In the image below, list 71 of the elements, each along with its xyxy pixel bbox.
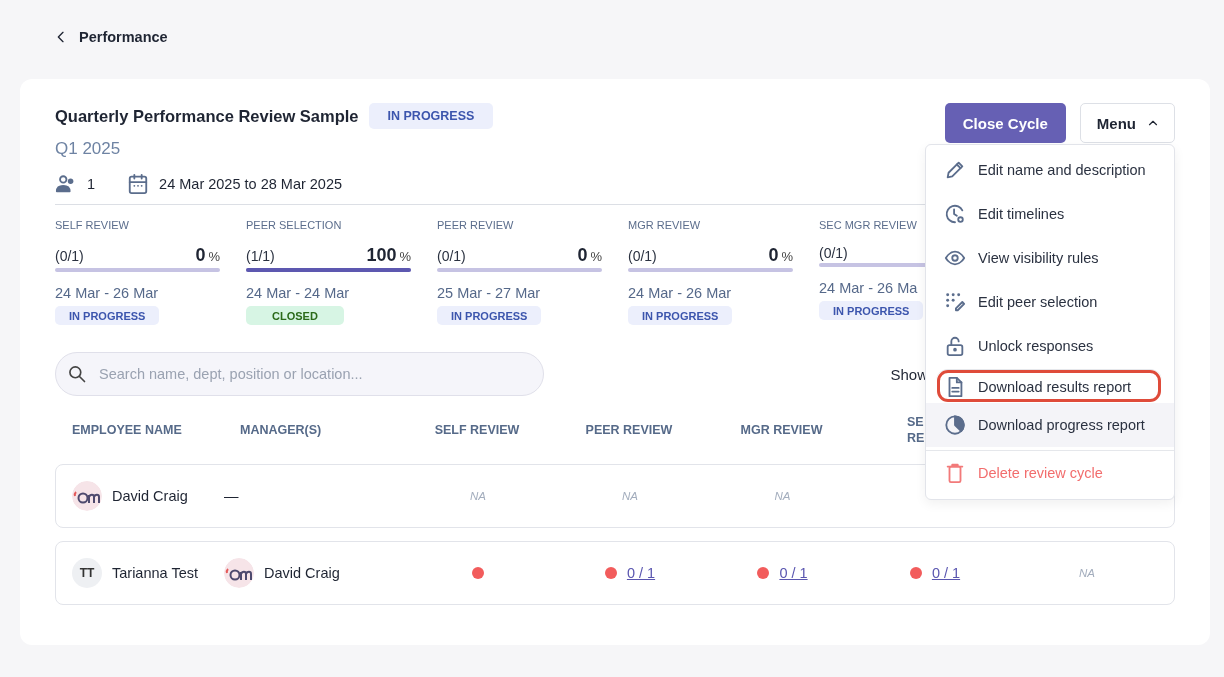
initials-avatar: TT <box>72 558 102 588</box>
menu-item[interactable]: Edit name and description <box>926 148 1174 192</box>
column-header: SE RE <box>907 413 926 447</box>
search-field[interactable]: Search name, dept, position or location... <box>55 352 544 396</box>
stage-status-badge: IN PROGRESS <box>437 306 542 325</box>
participant-count: 1 <box>87 176 96 192</box>
person-name: David Craig <box>264 565 340 581</box>
stage-dates: 24 Mar - 24 Mar <box>246 285 351 301</box>
stage-percent: 100 <box>366 245 397 266</box>
stage-status-badge: IN PROGRESS <box>55 306 160 325</box>
menu-item[interactable]: Unlock responses <box>926 324 1174 368</box>
stage-status-badge: CLOSED <box>246 306 344 325</box>
menu-item[interactable]: Edit timelines <box>926 192 1174 236</box>
menu-item[interactable]: Download results report <box>936 369 1162 403</box>
stage-dates: 24 Mar - 26 Mar <box>55 285 160 301</box>
na-text: NA <box>774 490 791 502</box>
stage-dates: 24 Mar - 26 Ma <box>819 280 919 296</box>
stage-dates: 25 Mar - 27 Mar <box>437 285 542 301</box>
person-name: David Craig <box>112 488 188 504</box>
progress-link[interactable]: 0 / 1 <box>626 565 656 581</box>
stage-count: (0/1) <box>55 248 84 264</box>
stage-count: (0/1) <box>628 248 657 264</box>
stage-name: SELF REVIEW <box>55 219 130 231</box>
cycle-dates: 24 Mar 2025 to 28 Mar 2025 <box>159 176 343 192</box>
avatar-icon <box>72 481 102 511</box>
stage-percent: 0 <box>195 245 206 266</box>
stage-count: (1/1) <box>246 248 275 264</box>
menu-button[interactable]: Menu <box>1079 103 1175 143</box>
menu-item[interactable]: Download progress report <box>926 403 1174 447</box>
pie-chart-icon <box>944 414 966 436</box>
cycle-period: Q1 2025 <box>55 139 122 159</box>
cycle-title: Quarterly Performance Review Sample <box>55 106 359 126</box>
column-header: SELF REVIEW <box>433 423 521 437</box>
na-text: NA <box>1079 567 1095 579</box>
percent-unit: % <box>781 249 793 264</box>
percent-unit: % <box>399 249 411 264</box>
stage-dates: 24 Mar - 26 Mar <box>628 285 733 301</box>
stage-name: SEC MGR REVIEW <box>819 219 918 231</box>
lock-icon <box>944 335 966 357</box>
back-link[interactable]: Performance <box>53 29 168 45</box>
status-badge: IN PROGRESS <box>368 103 494 129</box>
calendar-icon <box>127 173 150 195</box>
pencil-icon <box>944 159 966 181</box>
column-header: MANAGER(S) <box>239 423 323 437</box>
stage-status-badge: IN PROGRESS <box>628 306 733 325</box>
percent-unit: % <box>590 249 602 264</box>
na-text: NA <box>622 490 638 502</box>
percent-unit: % <box>208 249 220 264</box>
close-cycle-button[interactable]: Close Cycle <box>944 103 1066 143</box>
empty-dash: — <box>224 488 239 504</box>
stage-status-badge: IN PROGRESS <box>819 301 924 320</box>
progress-link[interactable]: 0 / 1 <box>931 565 961 581</box>
person-name: Tarianna Test <box>112 565 198 581</box>
stage-count: (0/1) <box>437 248 466 264</box>
stage-percent: 0 <box>577 245 588 266</box>
menu-item[interactable]: Edit peer selection <box>926 280 1174 324</box>
avatar-icon <box>224 558 254 588</box>
na-text: NA <box>470 490 486 502</box>
stage-count: (0/1) <box>819 245 848 261</box>
column-header: EMPLOYEE NAME <box>71 423 183 437</box>
stage-percent: 0 <box>768 245 779 266</box>
trash-icon <box>944 461 966 484</box>
stage-name: PEER REVIEW <box>437 219 515 231</box>
stage-name: PEER SELECTION <box>246 219 343 231</box>
menu-item[interactable]: View visibility rules <box>926 236 1174 280</box>
column-header: MGR REVIEW <box>739 423 824 437</box>
progress-link[interactable]: 0 / 1 <box>779 565 808 581</box>
column-header: PEER REVIEW <box>584 423 674 437</box>
dots-pencil-icon <box>944 291 966 313</box>
stage-name: MGR REVIEW <box>628 219 702 231</box>
clock-gear-icon <box>944 203 966 225</box>
